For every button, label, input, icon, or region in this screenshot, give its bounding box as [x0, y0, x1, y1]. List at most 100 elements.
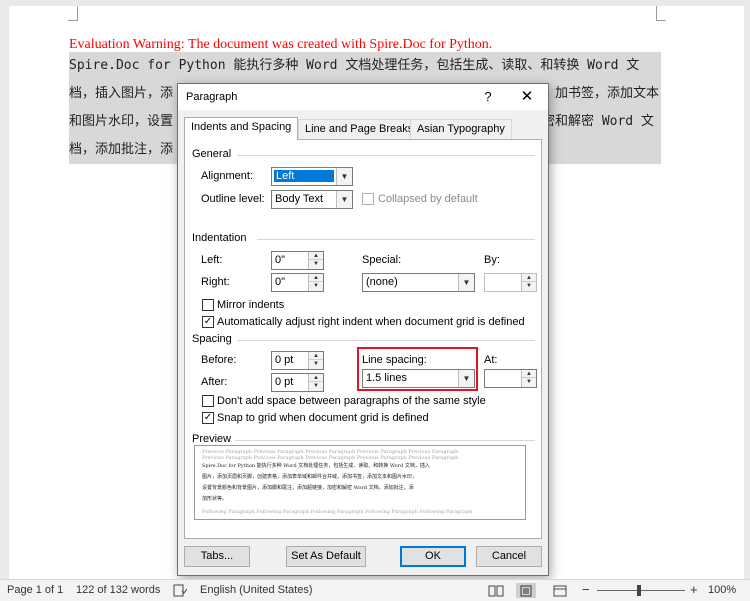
evaluation-warning: Evaluation Warning: The document was cre… [69, 37, 493, 52]
spin-up-icon[interactable]: ▲ [522, 274, 536, 282]
spacing-before-spinner[interactable]: 0 pt ▲ ▼ [271, 351, 324, 370]
document-line: Spire.Doc for Python 能执行多种 Word 文档处理任务，包… [69, 58, 640, 73]
indent-left-label: Left: [201, 254, 223, 266]
language[interactable]: English (United States) [200, 584, 313, 596]
indent-left-value: 0" [275, 254, 286, 266]
spacing-before-label: Before: [201, 354, 237, 366]
paragraph-dialog: Paragraph ? ✕ Indents and Spacing Line a… [177, 83, 549, 576]
spin-down-icon[interactable]: ▼ [309, 360, 323, 368]
preview-paragraph-line: 设置背景颜色和背景图片，添加脚和尾注，添加超链接，加密和解密 Word 文档，添… [202, 485, 414, 491]
section-divider [237, 155, 535, 156]
at-label: At: [484, 354, 498, 366]
paragraph-preview: Previous Paragraph Previous Paragraph Pr… [194, 445, 526, 520]
tab-indents-and-spacing[interactable]: Indents and Spacing [184, 117, 299, 140]
snap-to-grid-label: Snap to grid when document grid is defin… [217, 412, 429, 424]
spin-down-icon[interactable]: ▼ [309, 260, 323, 268]
zoom-in-icon[interactable]: + [690, 582, 698, 597]
mirror-indents-checkbox[interactable] [202, 299, 214, 311]
indentation-heading: Indentation [192, 232, 247, 244]
dialog-title: Paragraph [186, 91, 238, 103]
special-select[interactable]: (none) ▼ [362, 273, 475, 292]
spin-up-icon[interactable]: ▲ [309, 274, 323, 282]
tab-line-and-page-breaks[interactable]: Line and Page Breaks [298, 119, 421, 139]
print-layout-icon[interactable] [516, 583, 536, 598]
spin-down-icon[interactable]: ▼ [309, 282, 323, 290]
at-spinner[interactable]: ▲ ▼ [484, 369, 537, 388]
margin-corner-mark [656, 6, 657, 21]
special-label: Special: [362, 254, 402, 266]
collapsed-checkbox[interactable] [362, 193, 374, 205]
indent-right-value: 0" [275, 276, 286, 288]
document-line: 和图片水印，设置 [69, 114, 174, 129]
indent-right-spinner[interactable]: 0" ▲ ▼ [271, 273, 324, 292]
spin-up-icon[interactable]: ▲ [522, 370, 536, 378]
document-line-right: 密和解密 Word 文 [542, 114, 654, 129]
outline-level-value: Body Text [275, 193, 324, 205]
margin-corner-mark [77, 6, 78, 21]
dont-add-space-checkbox[interactable] [202, 395, 214, 407]
spin-down-icon[interactable]: ▼ [522, 378, 536, 386]
alignment-label: Alignment: [201, 170, 253, 182]
indent-left-spinner[interactable]: 0" ▲ ▼ [271, 251, 324, 270]
spin-up-icon[interactable]: ▲ [309, 374, 323, 382]
read-mode-icon[interactable] [488, 583, 504, 598]
chevron-down-icon: ▼ [336, 191, 352, 208]
preview-paragraph-line: 加形状等。 [202, 496, 228, 502]
spin-up-icon[interactable]: ▲ [309, 252, 323, 260]
general-heading: General [192, 148, 232, 160]
special-value: (none) [366, 276, 398, 288]
margin-corner-mark [656, 20, 666, 21]
status-bar: Page 1 of 1 122 of 132 words English (Un… [0, 579, 750, 601]
mirror-indents-label: Mirror indents [217, 299, 285, 311]
preview-previous-paragraph: Previous Paragraph Previous Paragraph Pr… [202, 455, 459, 461]
dialog-titlebar[interactable]: Paragraph ? ✕ [178, 84, 548, 110]
spacing-heading: Spacing [192, 333, 232, 345]
by-label: By: [484, 254, 500, 266]
section-divider [257, 239, 535, 240]
web-layout-icon[interactable] [552, 583, 568, 598]
ok-button[interactable]: OK [400, 546, 466, 567]
spacing-before-value: 0 pt [275, 354, 294, 366]
section-divider [237, 340, 535, 341]
spacing-after-value: 0 pt [275, 376, 294, 388]
zoom-slider-thumb[interactable] [637, 585, 641, 596]
alignment-select[interactable]: Left ▼ [271, 167, 353, 186]
cancel-button[interactable]: Cancel [476, 546, 542, 567]
proofing-icon[interactable] [172, 583, 188, 598]
chevron-down-icon: ▼ [336, 168, 352, 185]
spacing-after-spinner[interactable]: 0 pt ▲ ▼ [271, 373, 324, 392]
line-spacing-highlight [357, 347, 478, 391]
zoom-slider-track[interactable] [597, 590, 685, 591]
collapsed-label: Collapsed by default [378, 193, 478, 205]
document-line-right: 加书签，添加文本 [555, 86, 660, 101]
indent-right-label: Right: [201, 276, 230, 288]
tab-asian-typography[interactable]: Asian Typography [410, 119, 512, 139]
by-spinner[interactable]: ▲ ▼ [484, 273, 537, 292]
preview-paragraph-line: Spire.Doc for Python 能执行多种 Word 文档处理任务，包… [202, 463, 430, 469]
zoom-out-icon[interactable]: − [582, 582, 590, 597]
section-divider [235, 440, 535, 441]
document-line: 档，添加批注，添 [69, 142, 174, 157]
outline-level-label: Outline level: [201, 193, 265, 205]
set-as-default-button[interactable]: Set As Default [286, 546, 366, 567]
snap-to-grid-checkbox[interactable]: ✓ [202, 412, 214, 424]
alignment-value: Left [274, 170, 334, 182]
outline-level-select[interactable]: Body Text ▼ [271, 190, 353, 209]
page-count[interactable]: Page 1 of 1 [7, 584, 63, 596]
auto-adjust-label: Automatically adjust right indent when d… [217, 316, 525, 328]
spin-down-icon[interactable]: ▼ [309, 382, 323, 390]
tabs-button[interactable]: Tabs... [184, 546, 250, 567]
word-count[interactable]: 122 of 132 words [76, 584, 160, 596]
document-line: 档，插入图片，添 [69, 86, 174, 101]
spin-down-icon[interactable]: ▼ [522, 282, 536, 290]
spacing-after-label: After: [201, 376, 228, 388]
preview-paragraph-line: 图片，添加页眉和页脚，创建表格，添加表单域和邮件合并域，添加书签，添加文本和图片… [202, 474, 418, 480]
dont-add-space-label: Don't add space between paragraphs of th… [217, 395, 486, 407]
preview-following-paragraph: Following Paragraph Following Paragraph … [202, 509, 473, 515]
chevron-down-icon: ▼ [458, 274, 474, 291]
close-button[interactable]: ✕ [516, 87, 538, 107]
help-button[interactable]: ? [478, 87, 498, 107]
auto-adjust-checkbox[interactable]: ✓ [202, 316, 214, 328]
spin-up-icon[interactable]: ▲ [309, 352, 323, 360]
zoom-level[interactable]: 100% [708, 584, 736, 596]
